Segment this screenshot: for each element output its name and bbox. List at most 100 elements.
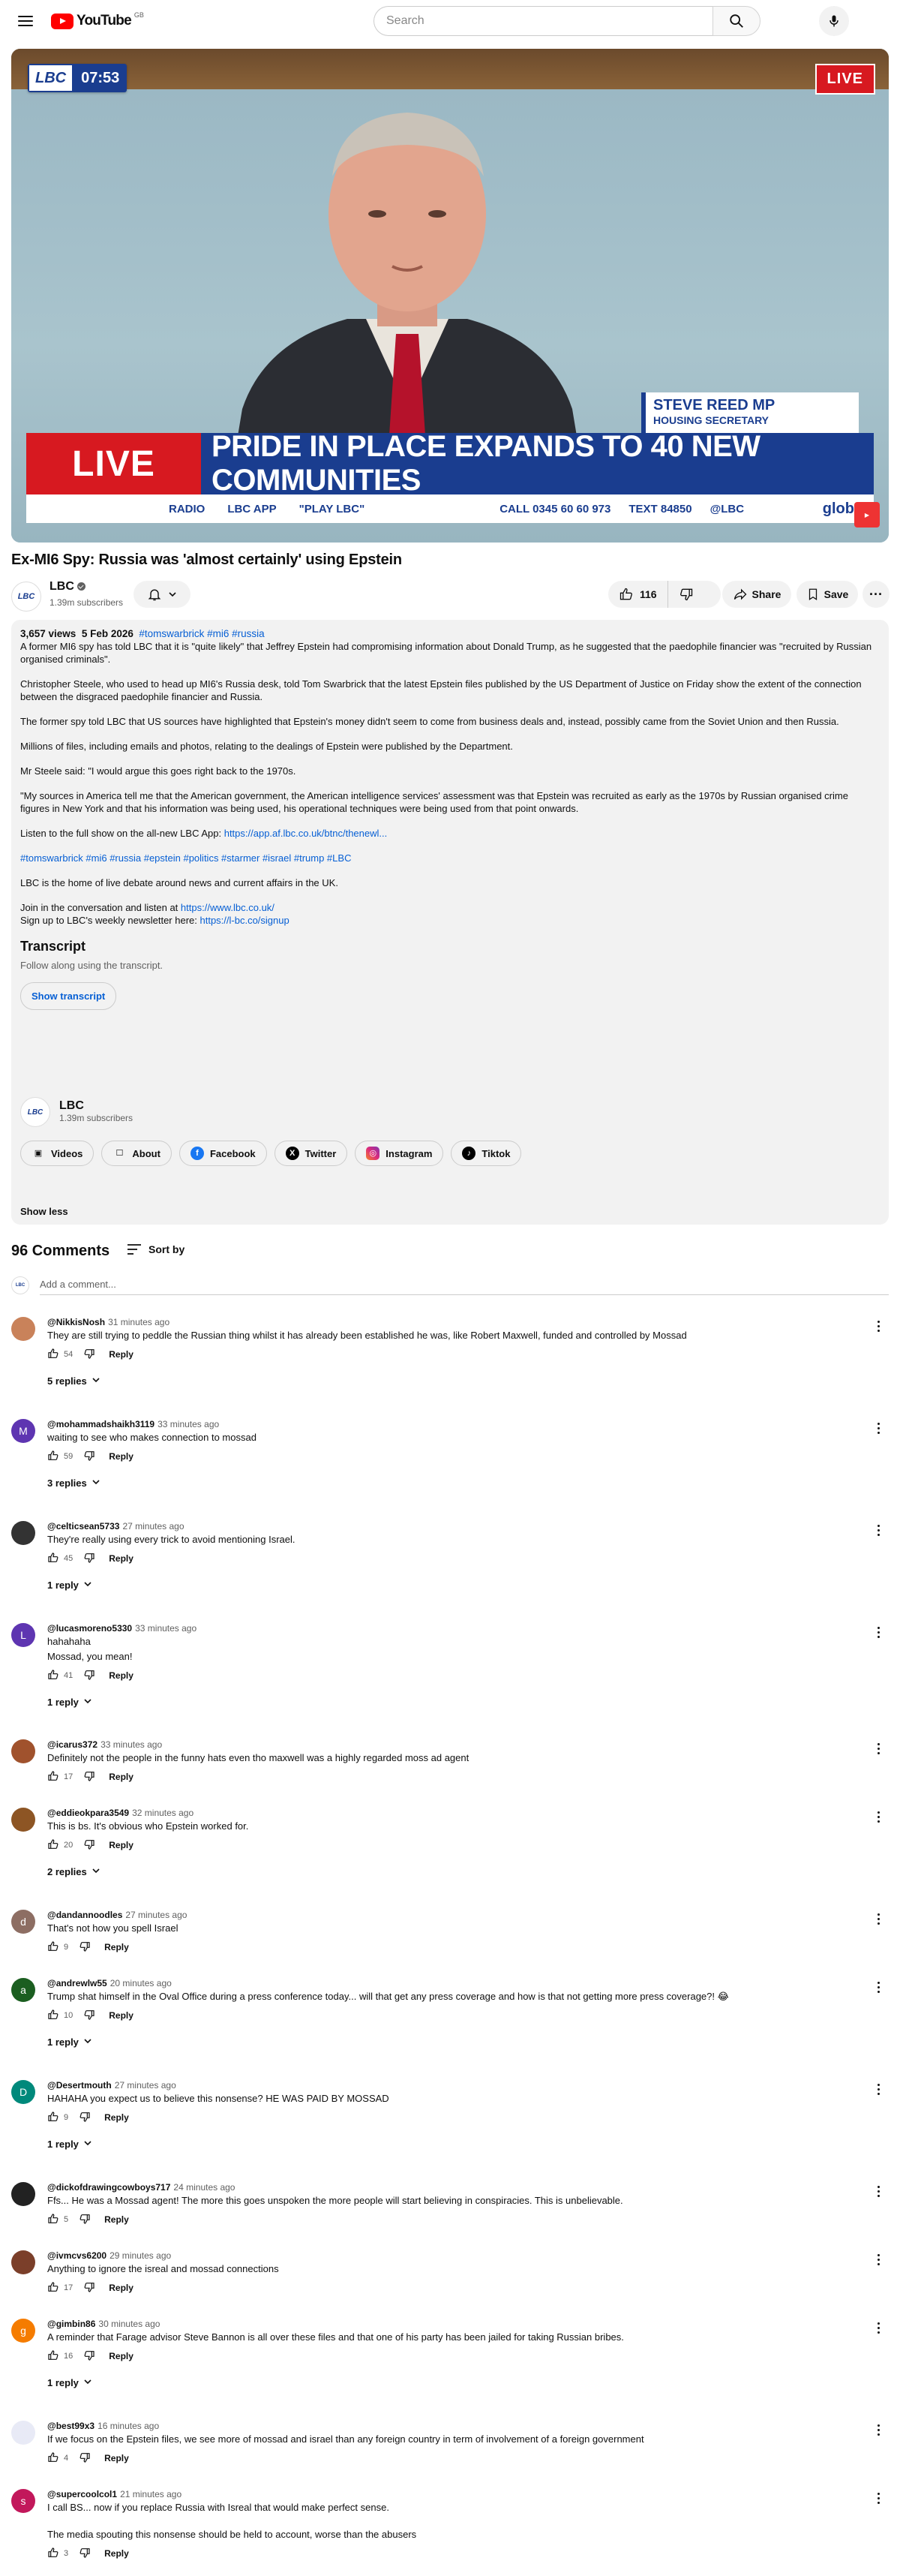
description-channel-avatar[interactable]: LBC [20, 1097, 50, 1127]
channel-name-text[interactable]: LBC [50, 580, 74, 593]
comment-author[interactable]: @mohammadshaikh3119 [47, 1419, 154, 1429]
comment-menu-icon[interactable] [871, 1419, 886, 1437]
comment-menu-icon[interactable] [871, 1808, 886, 1826]
comment-author[interactable]: @lucasmoreno5330 [47, 1623, 132, 1634]
comment-reply-button[interactable]: Reply [109, 2010, 134, 2021]
newsletter-link[interactable]: https://l-bc.co/signup [200, 915, 290, 926]
commenter-avatar[interactable]: L [11, 1623, 35, 1647]
commenter-avatar[interactable] [11, 2421, 35, 2445]
more-actions-button[interactable]: ··· [862, 581, 890, 608]
comment-dislike-button[interactable] [79, 2213, 91, 2227]
search-input[interactable] [374, 6, 712, 36]
comment-dislike-button[interactable] [79, 2111, 91, 2125]
comment-menu-icon[interactable] [871, 2319, 886, 2337]
tiktok-link[interactable]: ♪ Tiktok [451, 1141, 522, 1166]
commenter-avatar[interactable]: d [11, 1910, 35, 1934]
comment-author[interactable]: @ivmcvs6200 [47, 2250, 106, 2261]
comment-like-button[interactable]: 20 [47, 1838, 73, 1853]
save-button[interactable]: Save [796, 581, 858, 608]
comment-dislike-button[interactable] [83, 1552, 95, 1566]
comment-menu-icon[interactable] [871, 1623, 886, 1641]
comment-time[interactable]: 27 minutes ago [125, 1910, 187, 1920]
comment-time[interactable]: 20 minutes ago [110, 1978, 172, 1988]
commenter-avatar[interactable] [11, 1521, 35, 1545]
view-replies-button[interactable]: 1 reply [47, 1697, 859, 1708]
comment-time[interactable]: 33 minutes ago [100, 1739, 162, 1750]
commenter-avatar[interactable]: g [11, 2319, 35, 2343]
comment-author[interactable]: @Desertmouth [47, 2080, 112, 2091]
voice-search-button[interactable] [819, 6, 849, 36]
comment-dislike-button[interactable] [79, 2451, 91, 2466]
comment-like-button[interactable]: 9 [47, 2111, 68, 2125]
comment-menu-icon[interactable] [871, 2421, 886, 2439]
comment-author[interactable]: @dickofdrawingcowboys717 [47, 2182, 170, 2193]
video-player[interactable]: LBC 07:53 LIVE STEVE REED MP HOUSING SEC… [11, 49, 889, 543]
channel-name[interactable]: LBC [50, 580, 86, 594]
description-channel-row[interactable]: LBC LBC 1.39m subscribers [20, 1097, 133, 1127]
comment-reply-button[interactable]: Reply [104, 2453, 129, 2463]
facebook-link[interactable]: f Facebook [178, 1141, 267, 1166]
comment-time[interactable]: 27 minutes ago [115, 2080, 176, 2091]
comment-menu-icon[interactable] [871, 1521, 886, 1539]
comment-time[interactable]: 21 minutes ago [120, 2489, 182, 2499]
comment-like-button[interactable]: 16 [47, 2349, 73, 2364]
comment-like-button[interactable]: 17 [47, 1770, 73, 1784]
view-replies-button[interactable]: 1 reply [47, 2377, 859, 2388]
comment-author[interactable]: @dandannoodles [47, 1910, 122, 1920]
comment-menu-icon[interactable] [871, 1978, 886, 1996]
commenter-avatar[interactable]: M [11, 1419, 35, 1443]
comment-like-button[interactable]: 54 [47, 1348, 73, 1362]
comment-time[interactable]: 33 minutes ago [135, 1623, 196, 1634]
comment-like-button[interactable]: 45 [47, 1552, 73, 1566]
commenter-avatar[interactable]: a [11, 1978, 35, 2002]
commenter-avatar[interactable] [11, 2182, 35, 2206]
show-less-button[interactable]: Show less [20, 1205, 68, 1218]
top-hashtags[interactable]: #tomswarbrick #mi6 #russia [139, 628, 264, 639]
comment-reply-button[interactable]: Reply [109, 1553, 134, 1564]
comment-dislike-button[interactable] [83, 2349, 95, 2364]
comment-menu-icon[interactable] [871, 2182, 886, 2200]
youtube-logo[interactable]: YouTube GB [51, 11, 144, 29]
subscribe-watermark-icon[interactable]: ▶ [854, 502, 880, 528]
commenter-avatar[interactable] [11, 1808, 35, 1832]
comment-dislike-button[interactable] [83, 1770, 95, 1784]
comment-menu-icon[interactable] [871, 1910, 886, 1928]
sort-by-button[interactable]: Sort by [126, 1243, 184, 1256]
comment-dislike-button[interactable] [83, 1348, 95, 1362]
comment-author[interactable]: @supercoolcol1 [47, 2489, 117, 2499]
lbc-website-link[interactable]: https://www.lbc.co.uk/ [181, 902, 274, 913]
share-button[interactable]: Share [722, 581, 791, 608]
comment-reply-button[interactable]: Reply [109, 1772, 134, 1782]
comment-reply-button[interactable]: Reply [104, 1942, 129, 1952]
comment-author[interactable]: @gimbin86 [47, 2319, 95, 2329]
comment-like-button[interactable]: 17 [47, 2281, 73, 2295]
commenter-avatar[interactable]: s [11, 2489, 35, 2513]
notifications-button[interactable] [134, 581, 190, 608]
comment-reply-button[interactable]: Reply [109, 2283, 134, 2293]
view-replies-button[interactable]: 5 replies [47, 1375, 859, 1387]
comment-dislike-button[interactable] [83, 1669, 95, 1683]
comment-author[interactable]: @celticsean5733 [47, 1521, 119, 1531]
comment-time[interactable]: 27 minutes ago [122, 1521, 184, 1531]
comment-author[interactable]: @NikkisNosh [47, 1317, 105, 1327]
comment-dislike-button[interactable] [79, 2547, 91, 2561]
comment-menu-icon[interactable] [871, 2080, 886, 2098]
comment-like-button[interactable]: 5 [47, 2213, 68, 2227]
comment-menu-icon[interactable] [871, 1739, 886, 1757]
comment-time[interactable]: 31 minutes ago [108, 1317, 170, 1327]
videos-link[interactable]: ▣ Videos [20, 1141, 94, 1166]
comment-reply-button[interactable]: Reply [109, 1349, 134, 1360]
comment-menu-icon[interactable] [871, 1317, 886, 1335]
comment-dislike-button[interactable] [83, 2281, 95, 2295]
commenter-avatar[interactable]: D [11, 2080, 35, 2104]
comment-like-button[interactable]: 10 [47, 2009, 73, 2023]
comment-author[interactable]: @eddieokpara3549 [47, 1808, 129, 1818]
channel-avatar[interactable]: LBC [11, 582, 41, 612]
comment-reply-button[interactable]: Reply [109, 1670, 134, 1681]
twitter-link[interactable]: X Twitter [274, 1141, 348, 1166]
comment-time[interactable]: 32 minutes ago [132, 1808, 194, 1818]
view-replies-button[interactable]: 3 replies [47, 1477, 859, 1489]
view-replies-button[interactable]: 1 reply [47, 2036, 859, 2048]
comment-like-button[interactable]: 41 [47, 1669, 73, 1683]
comment-dislike-button[interactable] [83, 2009, 95, 2023]
